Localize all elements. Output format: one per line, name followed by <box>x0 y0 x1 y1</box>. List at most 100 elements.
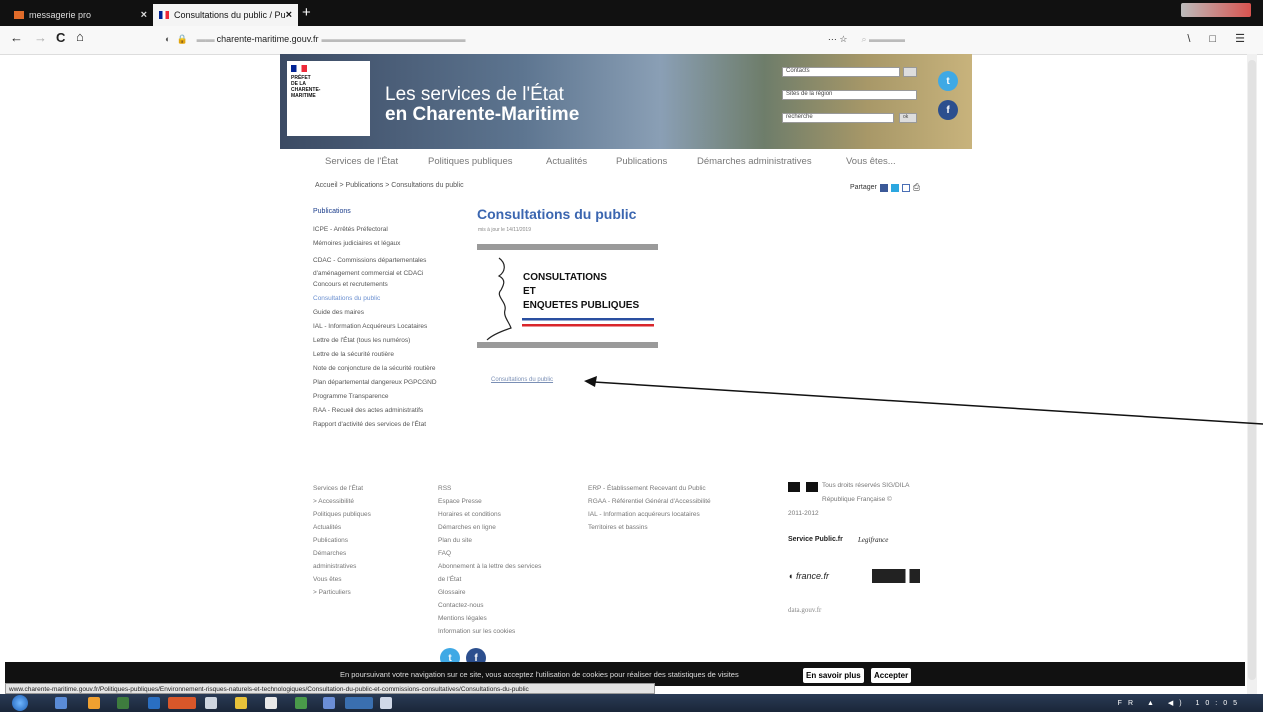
footer-link[interactable]: > Accessibilité <box>313 495 371 508</box>
consultations-document-link[interactable]: Consultations du public <box>491 377 553 383</box>
contacts-go-button[interactable] <box>903 67 917 77</box>
footer-link[interactable]: Actualités <box>313 521 371 534</box>
search-input[interactable]: recherche <box>782 113 894 123</box>
learn-more-button[interactable]: En savoir plus <box>803 668 864 683</box>
arrow-head-icon <box>584 376 597 387</box>
sidebar-heading[interactable]: Publications <box>313 208 351 215</box>
taskbar-app-icon[interactable] <box>55 697 67 709</box>
service-public-logo[interactable]: Service Public.fr <box>788 536 843 543</box>
footer-link[interactable]: de l'État <box>438 573 541 586</box>
footer-link[interactable]: FAQ <box>438 547 541 560</box>
sidebar-item-programme[interactable]: Programme Transparence <box>313 393 389 400</box>
home-button[interactable]: ⌂ <box>76 29 84 44</box>
legifrance-logo[interactable]: Legifrance <box>858 536 888 544</box>
system-tray[interactable]: FR ▲ ◀) 10:05 <box>1118 699 1243 707</box>
url-bar[interactable]: ◐ 🔒 ▬▬ charente-maritime.gouv.fr ▬▬▬▬▬▬▬… <box>165 29 905 49</box>
sidebar-item-plan[interactable]: Plan départemental dangereux PGPCGND <box>313 379 437 386</box>
footer-rights: Tous droits réservés SIG/DILA <box>822 482 910 489</box>
taskbar-firefox-icon[interactable] <box>168 697 196 709</box>
taskbar-app-icon[interactable] <box>295 697 307 709</box>
menu-item-services[interactable]: Services de l'État <box>325 156 398 167</box>
footer-link[interactable]: Abonnement à la lettre des services <box>438 560 541 573</box>
taskbar-app-icon[interactable] <box>323 697 335 709</box>
back-button[interactable]: ← <box>10 30 23 45</box>
twitter-icon[interactable]: t <box>938 71 958 91</box>
taskbar-app-icon[interactable] <box>235 697 247 709</box>
footer-link[interactable]: Espace Presse <box>438 495 541 508</box>
taskbar-app-icon[interactable] <box>148 697 160 709</box>
sidebar-item-guide[interactable]: Guide des maires <box>313 309 364 316</box>
taskbar-app-icon[interactable] <box>380 697 392 709</box>
partner-logo[interactable] <box>872 569 920 583</box>
window-controls[interactable] <box>1181 3 1251 17</box>
share-facebook-icon[interactable] <box>879 183 888 192</box>
taskbar-app-icon[interactable] <box>205 697 217 709</box>
footer-link[interactable]: Publications <box>313 534 371 547</box>
taskbar-app-icon[interactable] <box>265 697 277 709</box>
sidebar-item-lettre-etat[interactable]: Lettre de l'État (tous les numéros) <box>313 337 410 344</box>
footer-link[interactable]: Contactez-nous <box>438 599 541 612</box>
print-icon[interactable]: ⎙ <box>913 182 920 193</box>
page-actions-icon[interactable]: ⋯ ☆ <box>828 34 848 45</box>
sites-region-select[interactable]: Sites de la région <box>782 90 917 100</box>
footer-link[interactable]: Information sur les cookies <box>438 625 541 638</box>
annotation-arrow <box>584 376 1263 425</box>
footer-link[interactable]: administratives <box>313 560 371 573</box>
footer-link[interactable]: Plan du site <box>438 534 541 547</box>
taskbar-app-icon[interactable] <box>88 697 100 709</box>
footer-link[interactable]: > Particuliers <box>313 586 371 599</box>
footer-link[interactable]: Politiques publiques <box>313 508 371 521</box>
taskbar-app-icon[interactable] <box>345 697 373 709</box>
taskbar-app-icon[interactable] <box>117 697 129 709</box>
sidebar-item-memoires[interactable]: Mémoires judiciaires et légaux <box>313 240 400 247</box>
sidebar-item-rapport[interactable]: Rapport d'activité des services de l'Éta… <box>313 421 426 428</box>
footer-link[interactable]: Démarches <box>313 547 371 560</box>
forward-button[interactable]: → <box>34 30 47 45</box>
search-go-button[interactable]: ok <box>899 113 917 123</box>
close-tab-icon[interactable]: × <box>286 9 292 21</box>
menu-item-vous-etes[interactable]: Vous êtes... <box>846 156 896 167</box>
data-gouv-logo[interactable]: data.gouv.fr <box>788 606 821 614</box>
footer-link[interactable]: ERP - Établissement Recevant du Public <box>588 482 711 495</box>
breadcrumb[interactable]: Accueil > Publications > Consultations d… <box>315 182 464 189</box>
tab-messagerie[interactable]: messagerie pro × <box>8 4 153 26</box>
sidebar-item-icpe[interactable]: ICPE - Arrêtés Préfectoral <box>313 226 388 233</box>
mail-favicon-icon <box>14 11 24 19</box>
sidebar-item-consultations[interactable]: Consultations du public <box>313 295 380 302</box>
menu-item-demarches[interactable]: Démarches administratives <box>697 156 812 167</box>
new-tab-button[interactable]: + <box>302 4 311 21</box>
close-tab-icon[interactable]: × <box>141 9 147 21</box>
start-button-icon[interactable] <box>12 695 28 711</box>
logo-line: MARITIME <box>291 93 316 99</box>
sidebar-item-cdac[interactable]: CDAC - Commissions départementales d'amé… <box>313 254 468 280</box>
menu-item-publications[interactable]: Publications <box>616 156 667 167</box>
search-icon[interactable]: ⌕ ▬▬▬▬ <box>861 34 905 45</box>
france-fr-logo[interactable]: ◖ france.fr <box>788 571 829 581</box>
facebook-icon[interactable]: f <box>938 100 958 120</box>
share-email-icon[interactable] <box>901 183 910 192</box>
share-twitter-icon[interactable] <box>890 183 899 192</box>
contacts-select[interactable]: Contacts <box>782 67 900 77</box>
footer-link[interactable]: Horaires et conditions <box>438 508 541 521</box>
footer-link[interactable]: Services de l'État <box>313 482 371 495</box>
footer-link[interactable]: RSS <box>438 482 541 495</box>
menu-item-actualites[interactable]: Actualités <box>546 156 587 167</box>
sidebar-item-note-conjoncture[interactable]: Note de conjoncture de la sécurité routi… <box>313 365 436 372</box>
prefet-logo[interactable]: PRÉFET DE LA CHARENTE- MARITIME <box>287 61 370 136</box>
sidebar-item-lettre-securite[interactable]: Lettre de la sécurité routière <box>313 351 394 358</box>
sidebar-item-concours[interactable]: Concours et recrutements <box>313 281 388 288</box>
footer-link[interactable]: Glossaire <box>438 586 541 599</box>
footer-link[interactable]: RGAA - Référentiel Général d'Accessibili… <box>588 495 711 508</box>
toolbar-right-icons[interactable]: \ □ ☰ <box>1187 32 1253 45</box>
sidebar-item-ial[interactable]: IAL - Information Acquéreurs Locataires <box>313 323 427 330</box>
accept-cookies-button[interactable]: Accepter <box>871 668 912 683</box>
reload-button[interactable]: C <box>56 30 65 45</box>
footer-link[interactable]: Mentions légales <box>438 612 541 625</box>
tab-consultations[interactable]: Consultations du public / Pu × <box>153 4 298 26</box>
menu-item-politiques[interactable]: Politiques publiques <box>428 156 513 167</box>
sidebar-item-raa[interactable]: RAA - Recueil des actes administratifs <box>313 407 423 414</box>
footer-link[interactable]: IAL - Information acquéreurs locataires <box>588 508 711 521</box>
footer-link[interactable]: Territoires et bassins <box>588 521 711 534</box>
footer-link[interactable]: Démarches en ligne <box>438 521 541 534</box>
footer-link[interactable]: Vous êtes <box>313 573 371 586</box>
